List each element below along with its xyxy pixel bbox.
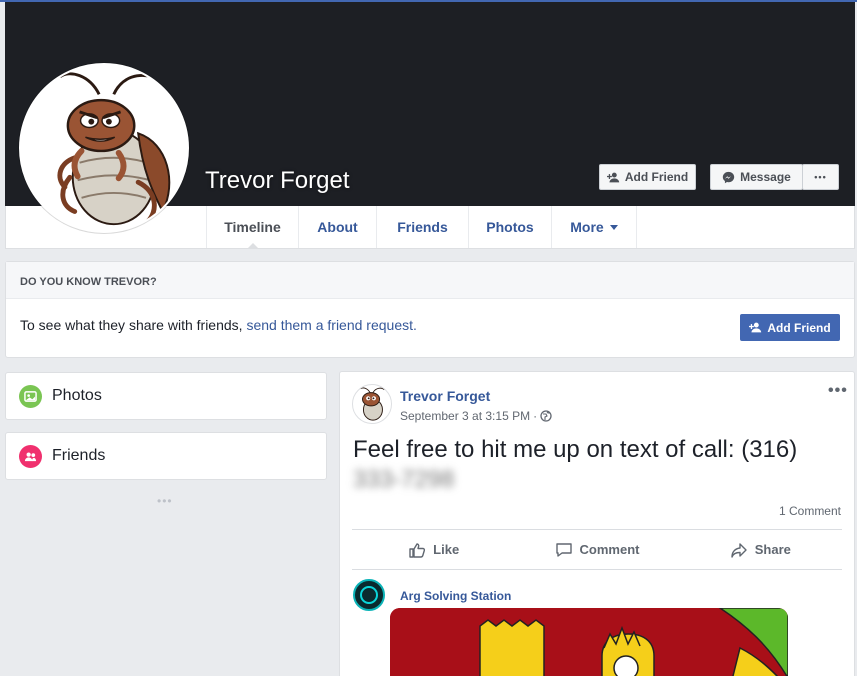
post-meta: September 3 at 3:15 PM ·: [400, 409, 552, 423]
tab-label: Friends: [397, 219, 448, 235]
friend-request-link[interactable]: send them a friend request.: [246, 317, 416, 333]
sidebar-item-photos[interactable]: Photos: [5, 372, 327, 420]
know-person-box: DO YOU KNOW TREVOR? To see what they sha…: [5, 261, 855, 358]
tab-label: About: [317, 219, 358, 235]
post-author-name[interactable]: Trevor Forget: [400, 388, 490, 404]
message-label: Message: [740, 170, 791, 184]
add-friend-icon: [749, 322, 762, 333]
know-person-heading: DO YOU KNOW TREVOR?: [6, 262, 854, 299]
comment-count[interactable]: 1 Comment: [779, 504, 841, 518]
tab-photos[interactable]: Photos: [468, 206, 551, 248]
post-actions: Like Comment Share: [352, 529, 842, 570]
comment-icon: [555, 542, 572, 557]
loading-dots: •••: [157, 494, 173, 508]
globe-icon[interactable]: [540, 410, 552, 422]
message-button[interactable]: Message: [710, 164, 803, 190]
tab-timeline[interactable]: Timeline: [206, 206, 298, 249]
tab-label: More: [570, 219, 604, 235]
like-label: Like: [433, 542, 460, 557]
share-label: Share: [754, 542, 791, 557]
cartoon-image: [390, 608, 788, 676]
messenger-icon: [722, 171, 735, 183]
nav-divider: [636, 206, 637, 248]
post-text-visible: Feel free to hit me up on text of call: …: [353, 436, 798, 463]
sidebar-item-label: Photos: [52, 387, 102, 404]
cockroach-avatar-image: [57, 72, 171, 226]
shared-post-image[interactable]: [390, 608, 788, 676]
add-friend-button[interactable]: Add Friend: [599, 164, 696, 190]
thumbs-up-icon: [409, 542, 426, 558]
add-friend-icon: [606, 172, 620, 182]
comment-button[interactable]: Comment: [515, 530, 678, 569]
more-options-button[interactable]: •••: [802, 164, 839, 190]
caret-down-icon: [609, 224, 618, 230]
friends-icon: [19, 444, 42, 468]
shared-author-avatar[interactable]: [353, 579, 385, 611]
sidebar-item-friends[interactable]: Friends: [5, 432, 327, 480]
like-button[interactable]: Like: [352, 530, 515, 569]
post-text: Feel free to hit me up on text of call: …: [353, 435, 843, 495]
photos-icon: [19, 384, 42, 408]
meta-separator: ·: [533, 409, 538, 423]
sidebar-item-label: Friends: [52, 447, 106, 464]
tab-label: Photos: [486, 219, 534, 235]
know-person-prefix: To see what they share with friends,: [20, 317, 247, 333]
comment-label: Comment: [579, 542, 640, 557]
timeline-post: Trevor Forget September 3 at 3:15 PM · •…: [339, 371, 855, 676]
tab-about[interactable]: About: [298, 206, 376, 248]
profile-avatar[interactable]: [19, 63, 189, 233]
know-person-text: To see what they share with friends, sen…: [20, 317, 417, 333]
post-author-avatar[interactable]: [352, 384, 392, 424]
add-friend-label: Add Friend: [767, 320, 831, 335]
profile-name[interactable]: Trevor Forget: [205, 167, 349, 195]
share-icon: [731, 542, 747, 558]
post-options-button[interactable]: •••: [828, 382, 848, 400]
shared-author-name[interactable]: Arg Solving Station: [400, 589, 511, 603]
tab-friends[interactable]: Friends: [376, 206, 468, 248]
tab-more[interactable]: More: [551, 206, 636, 248]
post-text-blurred: 333-7298: [353, 466, 455, 493]
share-button[interactable]: Share: [679, 530, 842, 569]
tab-label: Timeline: [224, 219, 281, 235]
post-timestamp[interactable]: September 3 at 3:15 PM: [400, 409, 530, 423]
cockroach-avatar-image: [360, 387, 385, 421]
add-friend-label: Add Friend: [624, 170, 689, 184]
add-friend-primary-button[interactable]: Add Friend: [740, 314, 840, 341]
